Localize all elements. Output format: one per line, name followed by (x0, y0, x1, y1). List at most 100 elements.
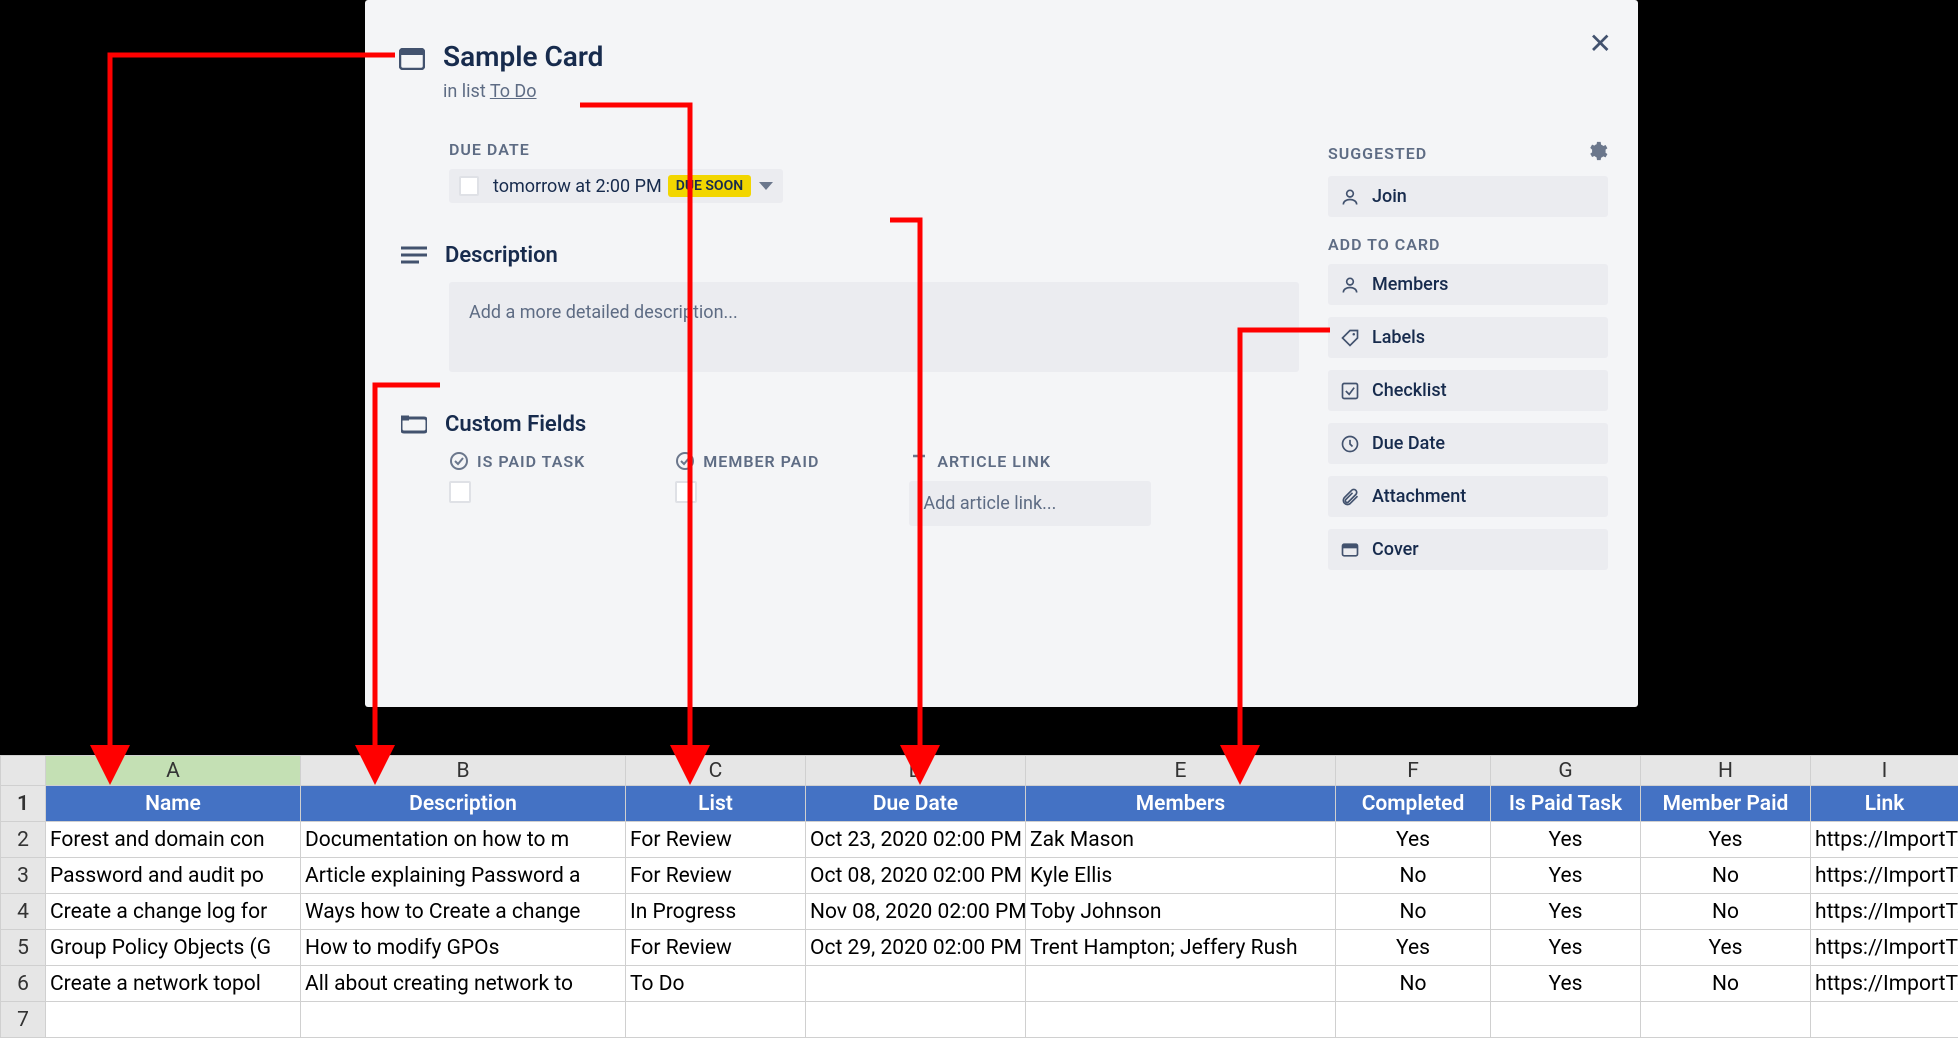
cell[interactable] (1026, 966, 1336, 1002)
cell[interactable]: Ways how to Create a change (301, 894, 626, 930)
header-cell[interactable]: List (626, 786, 806, 822)
cell[interactable]: To Do (626, 966, 806, 1002)
attachment-icon (1340, 487, 1360, 507)
cell[interactable]: https://ImportTe (1811, 966, 1958, 1002)
gear-icon[interactable] (1586, 140, 1608, 166)
due-date-button[interactable]: tomorrow at 2:00 PM DUE SOON (449, 169, 783, 203)
cell[interactable]: For Review (626, 930, 806, 966)
header-cell[interactable]: Completed (1336, 786, 1491, 822)
cell[interactable]: How to modify GPOs (301, 930, 626, 966)
row-header[interactable]: 7 (1, 1002, 46, 1038)
cell[interactable] (626, 1002, 806, 1038)
cell[interactable]: https://ImportTe (1811, 822, 1958, 858)
header-cell[interactable]: Members (1026, 786, 1336, 822)
col-header[interactable]: A (46, 756, 301, 786)
cf-is-paid-checkbox[interactable] (449, 481, 471, 503)
cell[interactable] (1641, 1002, 1811, 1038)
members-button[interactable]: Members (1328, 264, 1608, 305)
col-header[interactable]: I (1811, 756, 1958, 786)
attachment-button[interactable]: Attachment (1328, 476, 1608, 517)
cell[interactable]: Zak Mason (1026, 822, 1336, 858)
close-icon[interactable]: ✕ (1589, 30, 1612, 58)
list-link[interactable]: To Do (490, 81, 537, 102)
join-button[interactable]: Join (1328, 176, 1608, 217)
cell[interactable]: For Review (626, 822, 806, 858)
cell[interactable]: https://ImportTe (1811, 930, 1958, 966)
cell[interactable]: Password and audit po (46, 858, 301, 894)
cell[interactable]: Forest and domain con (46, 822, 301, 858)
cell[interactable]: No (1641, 858, 1811, 894)
custom-fields-icon (401, 414, 427, 436)
header-cell[interactable]: Member Paid (1641, 786, 1811, 822)
cell[interactable]: Documentation on how to m (301, 822, 626, 858)
cell[interactable]: For Review (626, 858, 806, 894)
cell[interactable] (46, 1002, 301, 1038)
cell[interactable]: Create a change log for (46, 894, 301, 930)
select-all[interactable] (1, 756, 46, 786)
cell[interactable]: Oct 23, 2020 02:00 PM (806, 822, 1026, 858)
cell[interactable]: Yes (1491, 966, 1641, 1002)
cell[interactable] (301, 1002, 626, 1038)
row-header[interactable]: 2 (1, 822, 46, 858)
header-cell[interactable]: Description (301, 786, 626, 822)
col-header[interactable]: G (1491, 756, 1641, 786)
col-header[interactable]: E (1026, 756, 1336, 786)
due-date-checkbox[interactable] (459, 176, 479, 196)
row-header[interactable]: 3 (1, 858, 46, 894)
row-header[interactable]: 5 (1, 930, 46, 966)
cell[interactable]: Nov 08, 2020 02:00 PM (806, 894, 1026, 930)
row-header[interactable]: 4 (1, 894, 46, 930)
cell[interactable]: Yes (1641, 822, 1811, 858)
cf-article-link-input[interactable]: Add article link... (909, 481, 1151, 526)
cell[interactable] (1811, 1002, 1958, 1038)
cell[interactable]: No (1641, 966, 1811, 1002)
cell[interactable]: Yes (1336, 822, 1491, 858)
cell[interactable] (806, 1002, 1026, 1038)
header-cell[interactable]: Is Paid Task (1491, 786, 1641, 822)
card-title[interactable]: Sample Card (443, 40, 603, 73)
cell[interactable]: Yes (1491, 822, 1641, 858)
labels-button[interactable]: Labels (1328, 317, 1608, 358)
cover-button[interactable]: Cover (1328, 529, 1608, 570)
checklist-button[interactable]: Checklist (1328, 370, 1608, 411)
cell[interactable]: Article explaining Password a (301, 858, 626, 894)
cell[interactable]: Trent Hampton; Jeffery Rush (1026, 930, 1336, 966)
due-date-button-side[interactable]: Due Date (1328, 423, 1608, 464)
col-header[interactable]: H (1641, 756, 1811, 786)
cell[interactable]: Yes (1641, 930, 1811, 966)
description-icon (401, 245, 427, 267)
cell[interactable]: Yes (1491, 930, 1641, 966)
header-cell[interactable]: Name (46, 786, 301, 822)
col-header[interactable]: B (301, 756, 626, 786)
cell[interactable]: Group Policy Objects (G (46, 930, 301, 966)
cell[interactable]: No (1336, 966, 1491, 1002)
cell[interactable] (1026, 1002, 1336, 1038)
cell[interactable]: https://ImportTe (1811, 858, 1958, 894)
row-header[interactable]: 6 (1, 966, 46, 1002)
cell[interactable]: Yes (1491, 894, 1641, 930)
cf-member-paid-checkbox[interactable] (675, 481, 697, 503)
header-cell[interactable]: Link (1811, 786, 1958, 822)
cell[interactable]: Oct 08, 2020 02:00 PM (806, 858, 1026, 894)
cell[interactable]: No (1336, 894, 1491, 930)
cell[interactable] (806, 966, 1026, 1002)
cell[interactable]: Create a network topol (46, 966, 301, 1002)
header-cell[interactable]: Due Date (806, 786, 1026, 822)
cell[interactable]: Yes (1491, 858, 1641, 894)
cell[interactable]: In Progress (626, 894, 806, 930)
cell[interactable]: Oct 29, 2020 02:00 PM (806, 930, 1026, 966)
col-header[interactable]: D (806, 756, 1026, 786)
cell[interactable]: No (1641, 894, 1811, 930)
col-header[interactable]: C (626, 756, 806, 786)
cell[interactable]: All about creating network to (301, 966, 626, 1002)
cell[interactable] (1491, 1002, 1641, 1038)
cell[interactable]: No (1336, 858, 1491, 894)
cell[interactable]: Kyle Ellis (1026, 858, 1336, 894)
cell[interactable]: Toby Johnson (1026, 894, 1336, 930)
cell[interactable]: Yes (1336, 930, 1491, 966)
col-header[interactable]: F (1336, 756, 1491, 786)
description-input[interactable]: Add a more detailed description... (449, 282, 1299, 372)
cell[interactable]: https://ImportTe (1811, 894, 1958, 930)
cell[interactable] (1336, 1002, 1491, 1038)
table-row: 5Group Policy Objects (GHow to modify GP… (1, 930, 1958, 966)
